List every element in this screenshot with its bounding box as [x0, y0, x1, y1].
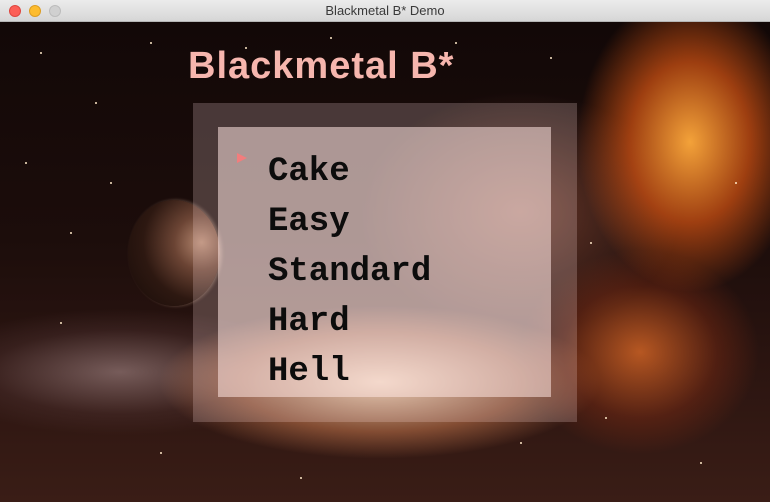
star — [60, 322, 62, 324]
star — [110, 182, 112, 184]
menu-item-hard[interactable]: Hard — [268, 297, 431, 347]
menu-item-standard[interactable]: Standard — [268, 247, 431, 297]
star — [520, 442, 522, 444]
star — [95, 102, 97, 104]
star — [700, 462, 702, 464]
star — [455, 42, 457, 44]
game-title: Blackmetal B* — [188, 45, 455, 87]
star — [735, 182, 737, 184]
star — [330, 37, 332, 39]
window-titlebar: Blackmetal B* Demo — [0, 0, 770, 22]
star — [25, 162, 27, 164]
star — [160, 452, 162, 454]
difficulty-menu: Cake Easy Standard Hard Hell — [268, 147, 431, 397]
star — [150, 42, 152, 44]
menu-item-hell[interactable]: Hell — [268, 347, 431, 397]
menu-item-cake[interactable]: Cake — [268, 147, 431, 197]
star — [590, 242, 592, 244]
menu-item-easy[interactable]: Easy — [268, 197, 431, 247]
app-window: Blackmetal B* Demo Blackmetal B* Cake Ea… — [0, 0, 770, 502]
star — [40, 52, 42, 54]
star — [605, 417, 607, 419]
window-title: Blackmetal B* Demo — [325, 3, 445, 18]
star — [300, 477, 302, 479]
selection-cursor-icon — [237, 153, 247, 163]
star — [70, 232, 72, 234]
star — [550, 57, 552, 59]
